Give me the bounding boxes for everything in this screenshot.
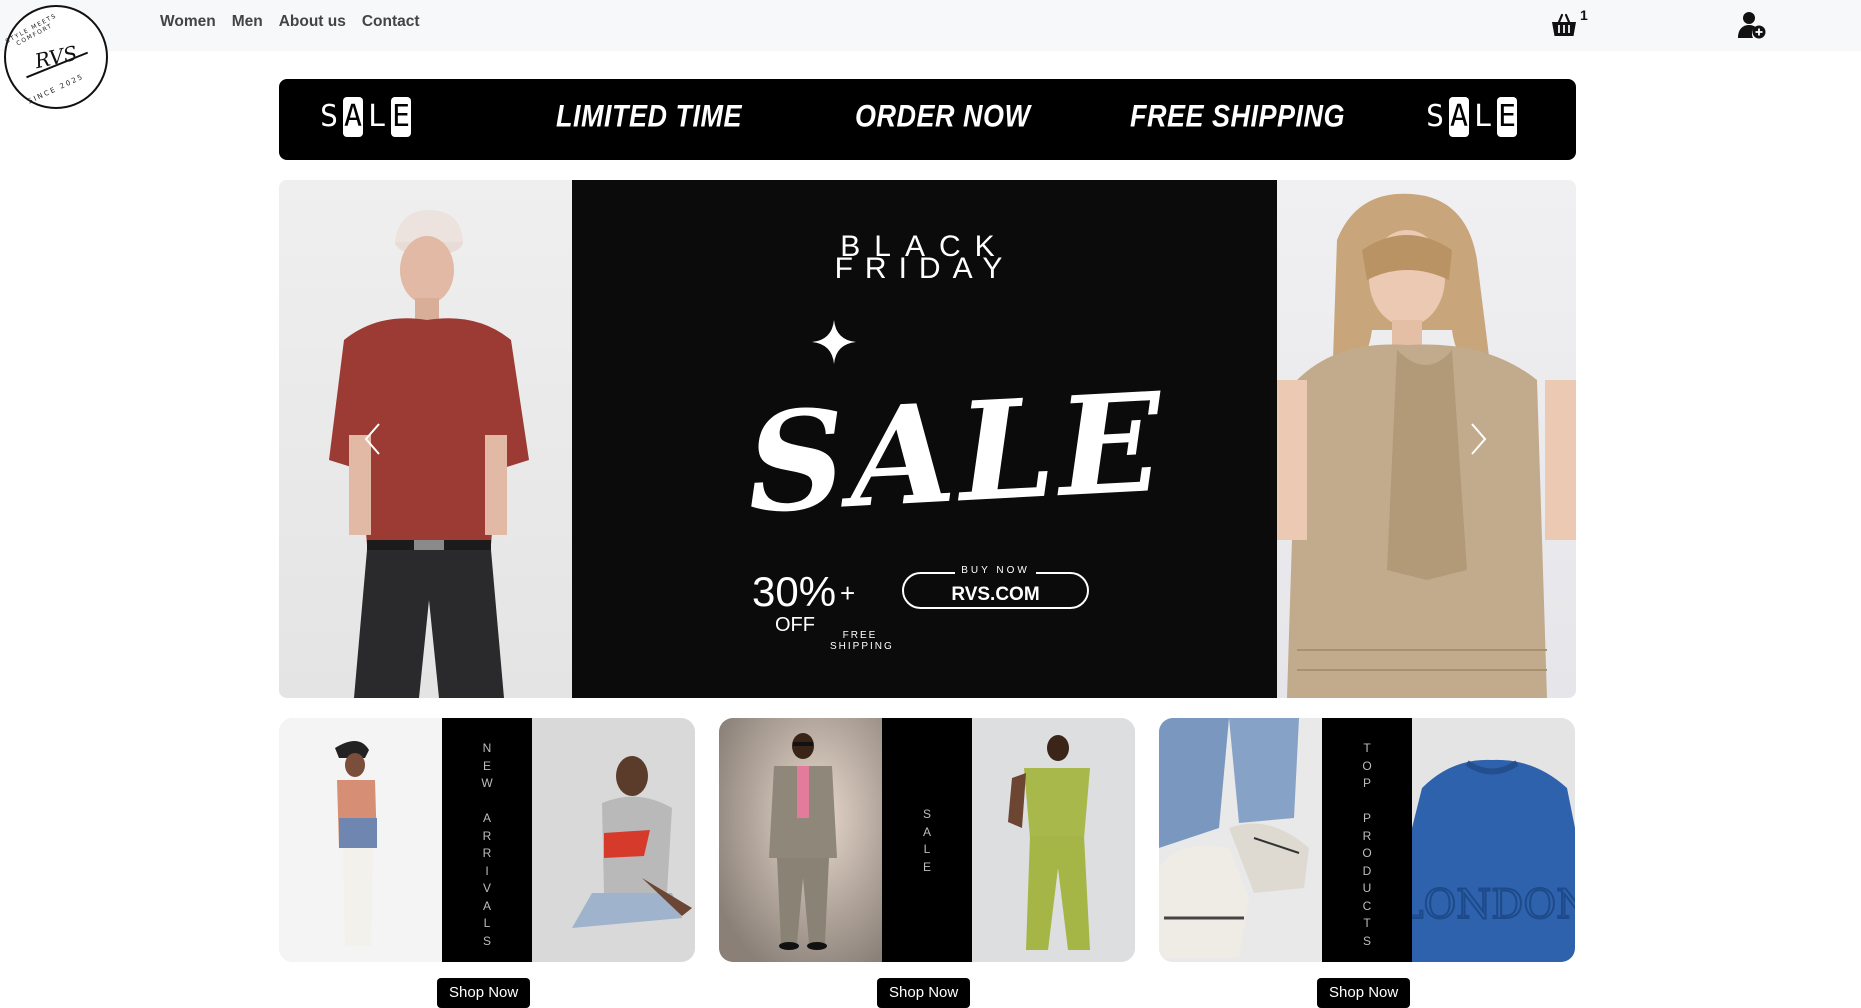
cart-basket-icon[interactable]	[1550, 11, 1578, 39]
card-label-letter: L	[483, 916, 491, 930]
card-photo-right	[972, 718, 1135, 962]
card-label-panel: SALE	[882, 718, 972, 962]
card-label-letter: A	[482, 811, 491, 825]
card-label-letter: S	[482, 933, 491, 948]
category-card-new-arrivals[interactable]: NEW ARRIVALS	[279, 718, 695, 962]
shop-now-button-new-arrivals[interactable]: Shop Now	[437, 978, 531, 1008]
banner-sale-text: SALE	[743, 362, 1170, 545]
sale-letter: A	[1449, 97, 1469, 137]
chevron-left-icon[interactable]	[361, 422, 385, 456]
card-label-letter: P	[1362, 776, 1371, 790]
shop-now-button-top-products[interactable]: Shop Now	[1317, 978, 1411, 1008]
card-label-letter: S	[1362, 933, 1371, 948]
sale-letter: L	[1473, 99, 1493, 134]
hero-carousel: BLACK FRIDAY SALE 30% + OFF FREE SHIPPIN…	[279, 180, 1576, 698]
sale-letter: L	[367, 99, 387, 134]
card-label-letter: T	[1363, 916, 1371, 930]
free-shipping-line1: FREE	[842, 630, 878, 641]
card-vertical-label: SALE	[882, 806, 972, 876]
card-photo-left	[279, 718, 442, 962]
nav-link-men[interactable]: Men	[232, 13, 263, 31]
card-label-letter: L	[923, 842, 931, 856]
promo-sale-word: S A L E	[319, 97, 411, 137]
card-photo-left	[1159, 718, 1322, 962]
shop-now-button-sale[interactable]: Shop Now	[877, 978, 971, 1008]
banner-discount-off: OFF	[775, 614, 815, 636]
chevron-right-icon[interactable]	[1466, 422, 1490, 456]
card-label-letter: O	[1362, 846, 1372, 860]
nav-link-women[interactable]: Women	[160, 13, 216, 31]
card-label-letter: D	[1362, 863, 1372, 878]
card-label-letter: E	[482, 758, 491, 773]
card-label-letter: C	[1362, 898, 1372, 913]
hero-photo-man-red-tshirt	[279, 180, 572, 698]
promo-sale-word: S A L E	[1425, 97, 1517, 137]
card-label-letter: A	[482, 898, 491, 913]
promo-order-now: ORDER NOW	[855, 98, 1031, 134]
nav-link-about[interactable]: About us	[279, 13, 346, 31]
category-card-sale[interactable]: SALE	[719, 718, 1135, 962]
card-label-letter: T	[1363, 741, 1371, 755]
hero-photo-woman-knit-vest	[1277, 180, 1576, 698]
brand-logo[interactable]: STYLE MEETS COMFORT RVS SINCE 2025	[4, 5, 108, 109]
card-label-letter: R	[482, 828, 492, 843]
promo-strip: S A L E LIMITED TIME ORDER NOW FREE SHIP…	[279, 79, 1576, 160]
card-label-letter: W	[481, 776, 493, 790]
category-card-top-products[interactable]: TOP PRODUCTS LONDON	[1159, 718, 1575, 962]
black-friday-banner[interactable]: BLACK FRIDAY SALE 30% + OFF FREE SHIPPIN…	[572, 180, 1277, 698]
sparkle-icon	[812, 320, 856, 364]
card-photo-right	[532, 718, 695, 962]
card-label-letter: U	[1362, 881, 1372, 895]
sale-letter: E	[391, 97, 411, 137]
free-shipping-line2: SHIPPING	[830, 641, 894, 652]
banner-discount: 30%	[752, 568, 837, 615]
main-nav: Women Men About us Contact	[160, 13, 420, 31]
card-label-letter	[485, 793, 488, 811]
card-label-panel: TOP PRODUCTS	[1322, 718, 1412, 962]
card-label-letter: R	[1362, 828, 1372, 843]
card-label-letter: S	[922, 807, 931, 821]
card-label-letter: V	[482, 881, 491, 895]
card-photo-right: LONDON	[1396, 718, 1575, 962]
card-label-letter: R	[482, 846, 492, 860]
banner-url[interactable]: RVS.COM	[902, 584, 1089, 606]
sale-letter: S	[1425, 99, 1445, 134]
card-label-panel: NEW ARRIVALS	[442, 718, 532, 962]
promo-limited-time: LIMITED TIME	[556, 98, 742, 134]
card-label-letter: I	[485, 863, 489, 878]
card-label-letter: A	[922, 824, 931, 839]
sale-letter: S	[319, 99, 339, 134]
cart-count-badge: 1	[1580, 7, 1588, 23]
user-add-icon[interactable]	[1737, 10, 1767, 40]
card-photo-left	[719, 718, 882, 962]
card-label-letter	[1365, 793, 1368, 811]
card-label-letter: N	[482, 741, 492, 755]
card-vertical-label: NEW ARRIVALS	[442, 740, 532, 950]
sale-letter: A	[343, 97, 363, 137]
card-vertical-label: TOP PRODUCTS	[1322, 740, 1412, 950]
banner-discount-plus: +	[840, 578, 856, 608]
card-label-letter: E	[922, 859, 931, 874]
card-label-letter: P	[1362, 811, 1371, 825]
banner-free-shipping: FREE SHIPPING	[830, 630, 894, 652]
nav-link-contact[interactable]: Contact	[362, 13, 420, 31]
sale-letter: E	[1497, 97, 1517, 137]
buy-now-text: BUY NOW	[955, 565, 1036, 576]
banner-friday-text: FRIDAY	[834, 252, 1015, 285]
svg-text:LONDON: LONDON	[1412, 882, 1575, 928]
buy-now-label: BUY NOW	[902, 565, 1089, 576]
card-label-letter: O	[1362, 758, 1372, 773]
promo-free-shipping: FREE SHIPPING	[1130, 98, 1346, 134]
